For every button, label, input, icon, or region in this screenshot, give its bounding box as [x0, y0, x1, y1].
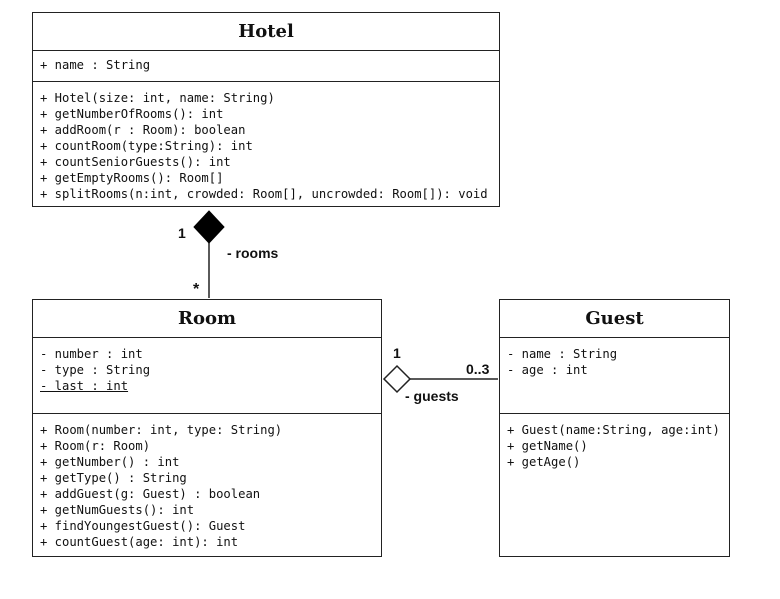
composition-part-multiplicity: * — [193, 281, 200, 298]
class-guest[interactable]: Guest - name : String - age : int + Guest… — [499, 299, 730, 557]
aggregation-whole-multiplicity: 1 — [393, 345, 401, 361]
methods-section: + Room(number: int, type: String) + Room(… — [33, 414, 381, 550]
method: + findYoungestGuest(): Guest — [40, 519, 246, 533]
method: + Room(r: Room) — [40, 439, 151, 453]
method: + getAge() — [507, 455, 581, 469]
attribute: - number : int — [40, 347, 143, 361]
method: + splitRooms(n:int, crowded: Room[], unc… — [40, 187, 488, 201]
method: + getNumberOfRooms(): int — [40, 107, 224, 121]
method: + Room(number: int, type: String) — [40, 423, 283, 437]
methods-section: + Guest(name:String, age:int) + getName()… — [500, 414, 729, 470]
method: + addGuest(g: Guest) : boolean — [40, 487, 261, 501]
aggregation-part-multiplicity: 0..3 — [466, 361, 490, 377]
class-name: Room — [33, 300, 381, 338]
method: + getNumber() : int — [40, 455, 180, 469]
method: + Guest(name:String, age:int) — [507, 423, 720, 437]
composition-role-label: - rooms — [227, 245, 279, 261]
attributes-section: + name : String — [33, 51, 499, 82]
method: + addRoom(r : Room): boolean — [40, 123, 246, 137]
method: + getNumGuests(): int — [40, 503, 195, 517]
methods-section: + Hotel(size: int, name: String) + getNum… — [33, 82, 499, 202]
class-hotel[interactable]: Hotel + name : String + Hotel(size: int,… — [32, 12, 500, 207]
method: + countGuest(age: int): int — [40, 535, 239, 549]
class-room[interactable]: Room - number : int - type : String - last… — [32, 299, 382, 557]
method: + countSeniorGuests(): int — [40, 155, 231, 169]
method: + getName() — [507, 439, 588, 453]
static-attribute: - last : int — [40, 379, 129, 393]
method: + Hotel(size: int, name: String) — [40, 91, 275, 105]
method: + getType() : String — [40, 471, 187, 485]
attribute: - type : String — [40, 363, 151, 377]
attributes-section: - number : int - type : String - last : in… — [33, 338, 381, 414]
class-name: Guest — [500, 300, 729, 338]
aggregation-role-label: - guests — [405, 388, 459, 404]
filled-diamond-icon — [193, 210, 225, 244]
attribute: - name : String — [507, 347, 618, 361]
class-name: Hotel — [33, 13, 499, 51]
composition-whole-multiplicity: 1 — [178, 225, 186, 241]
method: + countRoom(type:String): int — [40, 139, 253, 153]
attributes-section: - name : String - age : int — [500, 338, 729, 414]
attribute: - age : int — [507, 363, 588, 377]
attribute: + name : String — [40, 58, 151, 72]
method: + getEmptyRooms(): Room[] — [40, 171, 224, 185]
